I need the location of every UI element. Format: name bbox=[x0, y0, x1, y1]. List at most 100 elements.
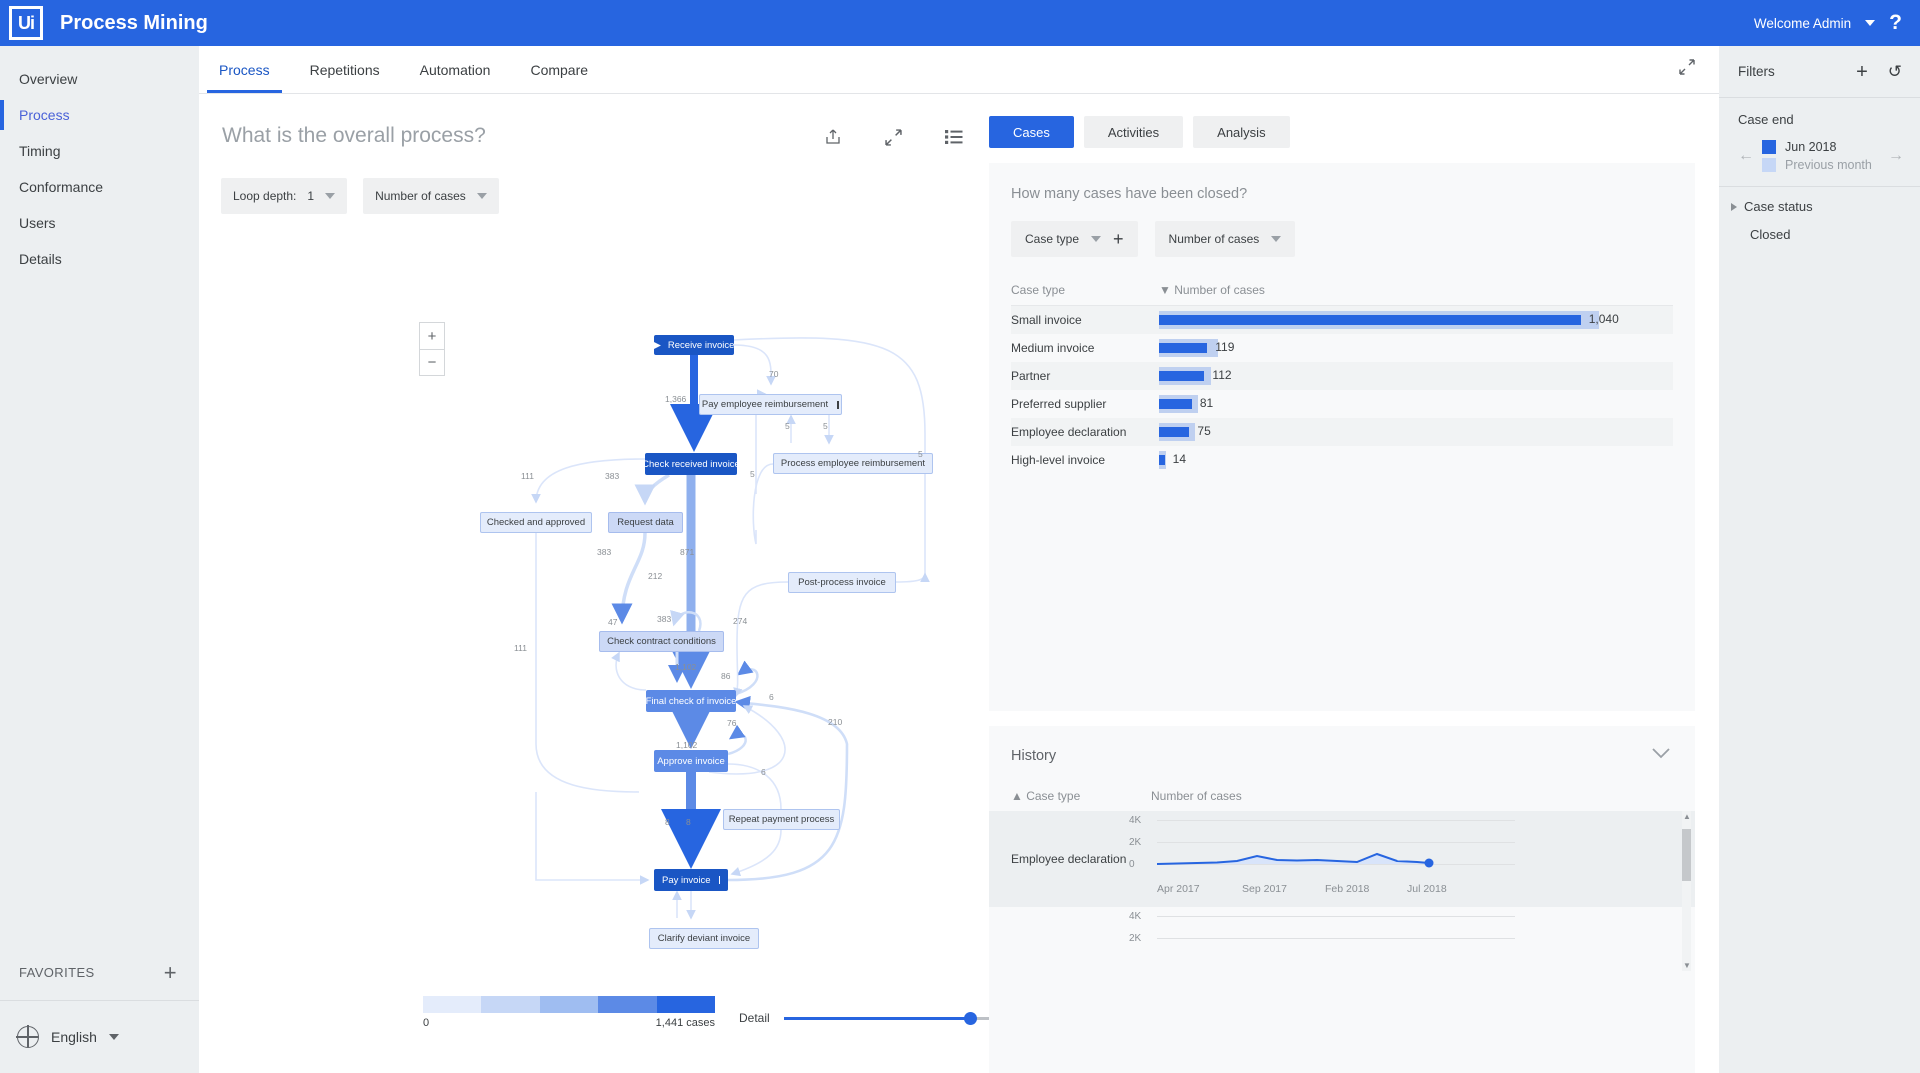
node-clarify-deviant-invoice[interactable]: Clarify deviant invoice bbox=[649, 928, 759, 949]
bar-current bbox=[1159, 371, 1204, 381]
legend-min: 0 bbox=[423, 1017, 429, 1029]
node-process-employee-reimbursement[interactable]: Process employee reimbursement bbox=[773, 453, 933, 474]
node-label: Post-process invoice bbox=[798, 577, 886, 588]
filter-case-status: Case status Closed bbox=[1719, 187, 1920, 246]
add-dimension-button[interactable]: + bbox=[1113, 230, 1124, 248]
history-row[interactable]: Employee declaration 4K 2K 0 Ap bbox=[989, 811, 1695, 907]
chevron-down-icon[interactable] bbox=[1865, 20, 1875, 26]
history-scrollbar[interactable]: ▲ ▼ bbox=[1682, 811, 1691, 971]
next-period-icon[interactable]: → bbox=[1888, 147, 1904, 165]
table-row[interactable]: Medium invoice119 bbox=[1011, 334, 1673, 362]
history-rows: Employee declaration 4K 2K 0 Ap bbox=[989, 811, 1695, 971]
previous-period-icon[interactable]: ← bbox=[1738, 147, 1754, 165]
previous-period-label: Previous month bbox=[1785, 158, 1872, 172]
edge-label: 1,102 bbox=[676, 740, 697, 750]
language-selector[interactable]: English bbox=[0, 1001, 199, 1073]
sidebar-item-conformance[interactable]: Conformance bbox=[0, 169, 199, 205]
legend-values: 0 1,441 cases bbox=[423, 1017, 715, 1029]
list-view-icon[interactable] bbox=[945, 130, 963, 149]
table-row[interactable]: Employee declaration75 bbox=[1011, 418, 1673, 446]
chevron-down-icon[interactable] bbox=[1651, 746, 1671, 764]
edge-label: 70 bbox=[769, 369, 778, 379]
tab-process[interactable]: Process bbox=[199, 46, 290, 93]
chevron-down-icon bbox=[477, 193, 487, 199]
sidebar-item-timing[interactable]: Timing bbox=[0, 133, 199, 169]
value-cell: 75 bbox=[1159, 418, 1673, 446]
node-label: Process employee reimbursement bbox=[781, 458, 925, 469]
tab-cases[interactable]: Cases bbox=[989, 116, 1074, 148]
chevron-down-icon[interactable] bbox=[109, 1034, 119, 1040]
node-request-data[interactable]: Request data bbox=[608, 512, 683, 533]
welcome-user-label[interactable]: Welcome Admin bbox=[1754, 16, 1851, 31]
reset-filters-button[interactable]: ↺ bbox=[1888, 63, 1902, 80]
edge-label: 1,102 bbox=[675, 662, 696, 672]
node-checked-and-approved[interactable]: Checked and approved bbox=[480, 512, 592, 533]
table-row[interactable]: Preferred supplier81 bbox=[1011, 390, 1673, 418]
tab-automation[interactable]: Automation bbox=[400, 46, 511, 93]
edge-label: 274 bbox=[733, 616, 747, 626]
table-row[interactable]: Small invoice1,040 bbox=[1011, 306, 1673, 334]
node-check-received-invoice[interactable]: Check received invoice bbox=[645, 453, 737, 475]
column-header-number-of-cases[interactable]: ▼ Number of cases bbox=[1159, 283, 1265, 297]
top-bar-right: Welcome Admin ? bbox=[1754, 11, 1920, 35]
node-receive-invoice[interactable]: ▶ Receive invoice bbox=[654, 335, 734, 355]
edge-label: 5 bbox=[750, 469, 755, 479]
x-tick: Feb 2018 bbox=[1325, 883, 1369, 895]
history-row[interactable]: High-level invoice 4K 2K bbox=[989, 907, 1695, 971]
help-icon[interactable]: ? bbox=[1889, 11, 1902, 35]
scroll-up-icon[interactable]: ▲ bbox=[1683, 812, 1691, 821]
tab-compare[interactable]: Compare bbox=[510, 46, 608, 93]
case-type-dropdown[interactable]: Case type + bbox=[1011, 221, 1138, 257]
metric-dropdown[interactable]: Number of cases bbox=[363, 178, 499, 214]
fullscreen-icon[interactable] bbox=[885, 129, 902, 151]
history-row-label: Employee declaration bbox=[989, 811, 1129, 907]
node-approve-invoice[interactable]: Approve invoice bbox=[654, 750, 728, 772]
case-type-cell: Small invoice bbox=[1011, 313, 1159, 327]
tab-analysis[interactable]: Analysis bbox=[1193, 116, 1289, 148]
node-label: Final check of invoice bbox=[646, 696, 737, 707]
sidebar-item-process[interactable]: Process bbox=[0, 97, 199, 133]
history-table-header: ▲ Case type Number of cases bbox=[989, 789, 1695, 803]
zoom-out-button[interactable]: − bbox=[420, 349, 444, 375]
zoom-in-button[interactable]: + bbox=[420, 323, 444, 349]
language-label: English bbox=[51, 1029, 97, 1045]
export-icon[interactable] bbox=[824, 128, 842, 151]
process-graph[interactable]: ▶ Receive invoice Pay employee reimburse… bbox=[199, 244, 989, 1034]
table-row[interactable]: Partner112 bbox=[1011, 362, 1673, 390]
sidebar-item-label: Users bbox=[19, 215, 56, 231]
loop-depth-dropdown[interactable]: Loop depth: 1 bbox=[221, 178, 347, 214]
column-header-number-of-cases[interactable]: Number of cases bbox=[1151, 789, 1242, 803]
table-row[interactable]: High-level invoice14 bbox=[1011, 446, 1673, 474]
cases-table: Case type ▼ Number of cases Small invoic… bbox=[1011, 283, 1673, 474]
sidebar-item-users[interactable]: Users bbox=[0, 205, 199, 241]
cases-question: How many cases have been closed? bbox=[1011, 186, 1673, 202]
value-cell: 1,040 bbox=[1159, 306, 1673, 334]
column-header-case-type[interactable]: Case type bbox=[1011, 283, 1159, 297]
measure-dropdown[interactable]: Number of cases bbox=[1155, 221, 1296, 257]
edge-label: 8 bbox=[665, 817, 670, 827]
node-label: Pay employee reimbursement bbox=[702, 399, 828, 410]
scroll-down-icon[interactable]: ▼ bbox=[1683, 961, 1691, 970]
expand-view-icon[interactable] bbox=[1679, 59, 1719, 80]
node-post-process-invoice[interactable]: Post-process invoice bbox=[788, 572, 896, 593]
add-filter-button[interactable]: + bbox=[1856, 62, 1868, 82]
node-repeat-payment-process[interactable]: Repeat payment process bbox=[723, 809, 840, 830]
node-pay-invoice[interactable]: Pay invoice bbox=[654, 869, 728, 891]
sidebar-item-overview[interactable]: Overview bbox=[0, 61, 199, 97]
main-content: Process Repetitions Automation Compare W… bbox=[199, 46, 1719, 1073]
node-final-check-of-invoice[interactable]: Final check of invoice bbox=[646, 690, 736, 712]
sidebar-item-details[interactable]: Details bbox=[0, 241, 199, 277]
tab-repetitions[interactable]: Repetitions bbox=[290, 46, 400, 93]
filters-header: Filters + ↺ bbox=[1719, 46, 1920, 98]
column-header-case-type[interactable]: ▲ Case type bbox=[1011, 789, 1151, 803]
slider-handle[interactable] bbox=[964, 1012, 977, 1025]
add-favorite-button[interactable]: + bbox=[164, 962, 177, 984]
app-title: Process Mining bbox=[60, 12, 208, 35]
case-status-toggle[interactable]: Case status bbox=[1731, 199, 1904, 214]
tab-activities[interactable]: Activities bbox=[1084, 116, 1183, 148]
scrollbar-thumb[interactable] bbox=[1682, 829, 1691, 881]
node-check-contract-conditions[interactable]: Check contract conditions bbox=[599, 631, 724, 652]
filter-case-end-title: Case end bbox=[1738, 112, 1904, 127]
node-pay-employee-reimbursement[interactable]: Pay employee reimbursement bbox=[699, 394, 842, 415]
segment-label: Activities bbox=[1108, 125, 1159, 140]
